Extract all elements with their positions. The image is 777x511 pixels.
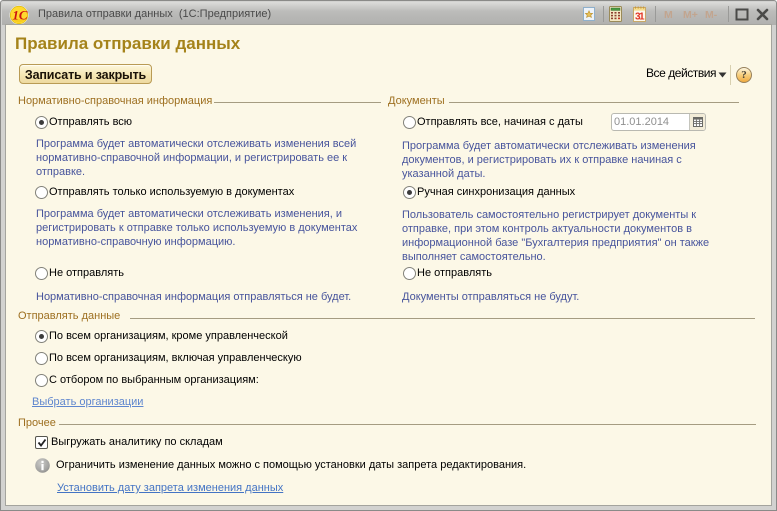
svg-text:31: 31 (635, 12, 645, 22)
svg-text:1С: 1С (12, 8, 28, 23)
